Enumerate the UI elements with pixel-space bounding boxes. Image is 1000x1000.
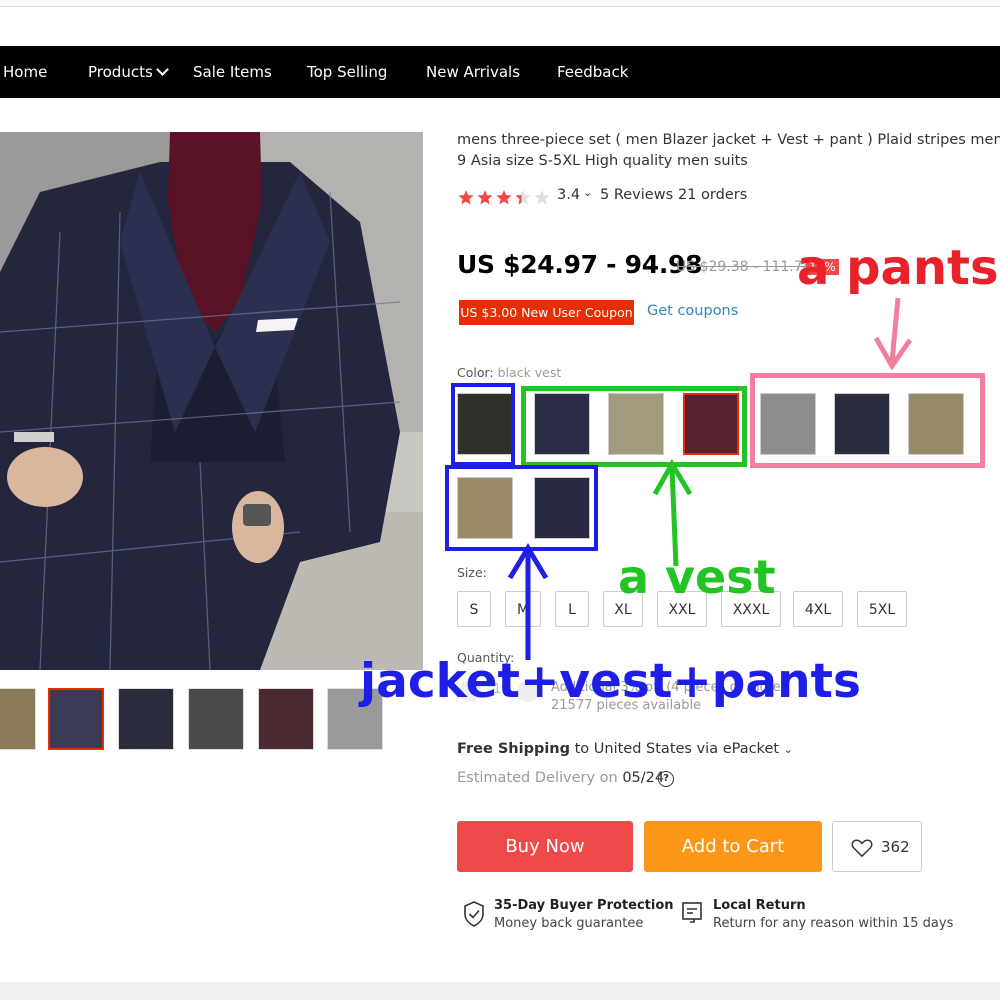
rating-stars bbox=[458, 190, 550, 205]
size-option-l[interactable]: L bbox=[555, 591, 589, 627]
color-label: Color: black vest bbox=[457, 365, 561, 380]
local-return-title: Local Return bbox=[713, 898, 806, 913]
estimated-delivery-label: Estimated Delivery on bbox=[457, 770, 618, 786]
color-selected-value: black vest bbox=[497, 365, 562, 380]
product-title-line1: mens three-piece set ( men Blazer jacket… bbox=[457, 132, 1000, 148]
nav-new-arrivals-label: New Arrivals bbox=[426, 63, 521, 81]
star-icon bbox=[515, 190, 531, 205]
annotation-text-pants: a pants bbox=[797, 240, 999, 296]
annotation-box-jacket-bottom bbox=[445, 465, 598, 551]
annotation-text-jacket-vest-pants: jacket+vest+pants bbox=[360, 654, 862, 709]
new-user-coupon[interactable]: US $3.00 New User Coupon bbox=[459, 300, 634, 325]
star-icon bbox=[477, 190, 493, 205]
shipping-chevron-icon: ⌄ bbox=[783, 743, 793, 756]
nav-home[interactable]: Home bbox=[3, 46, 47, 98]
help-question-icon[interactable]: ? bbox=[658, 771, 674, 787]
main-nav: Home Products Sale Items Top Selling New… bbox=[0, 46, 1000, 98]
rating-chevron-icon[interactable]: ⌄ bbox=[583, 186, 592, 199]
top-strip bbox=[0, 0, 1000, 7]
size-option-5xl[interactable]: 5XL bbox=[857, 591, 907, 627]
thumbnail-5[interactable] bbox=[258, 688, 314, 750]
product-title-line2: 9 Asia size S-5XL High quality men suits bbox=[457, 153, 748, 169]
local-return-sub: Return for any reason within 15 days bbox=[713, 916, 954, 931]
annotation-text-vest: a vest bbox=[618, 550, 776, 604]
wishlist-count: 362 bbox=[881, 838, 910, 856]
wishlist-button[interactable]: 362 bbox=[832, 821, 922, 872]
get-coupons-link[interactable]: Get coupons bbox=[647, 303, 738, 319]
size-option-s[interactable]: S bbox=[457, 591, 491, 627]
footer-strip bbox=[0, 982, 1000, 1000]
star-icon bbox=[458, 190, 474, 205]
free-shipping-label: Free Shipping bbox=[457, 741, 571, 757]
rating-row: 3.4 ⌄ 5 Reviews 21 orders bbox=[457, 186, 757, 209]
shipping-destination: to United States via ePacket bbox=[574, 741, 780, 757]
nav-new-arrivals[interactable]: New Arrivals bbox=[426, 46, 520, 98]
nav-feedback[interactable]: Feedback bbox=[557, 46, 628, 98]
nav-top-selling[interactable]: Top Selling bbox=[307, 46, 387, 98]
orders-count: 21 orders bbox=[678, 187, 748, 203]
thumbnail-2-selected[interactable] bbox=[48, 688, 104, 750]
annotation-box-vest bbox=[521, 386, 747, 467]
size-option-4xl[interactable]: 4XL bbox=[793, 591, 843, 627]
star-icon bbox=[496, 190, 512, 205]
size-option-m[interactable]: M bbox=[505, 591, 541, 627]
heart-icon bbox=[851, 839, 873, 858]
main-product-image[interactable] bbox=[0, 132, 423, 670]
buyer-protection-title: 35-Day Buyer Protection bbox=[494, 898, 674, 913]
thumbnail-4[interactable] bbox=[188, 688, 244, 750]
estimated-delivery: Estimated Delivery on 05/24 bbox=[457, 770, 664, 786]
annotation-box-jacket-top bbox=[451, 383, 515, 466]
nav-sale-label: Sale Items bbox=[193, 63, 272, 81]
nav-feedback-label: Feedback bbox=[557, 63, 629, 81]
color-label-text: Color: bbox=[457, 365, 494, 380]
nav-sale-items[interactable]: Sale Items bbox=[193, 46, 272, 98]
reviews-link[interactable]: 5 Reviews bbox=[600, 187, 673, 203]
thumbnail-1[interactable] bbox=[0, 688, 36, 750]
annotation-box-pants bbox=[750, 373, 985, 468]
star-icon bbox=[534, 190, 550, 205]
nav-top-selling-label: Top Selling bbox=[307, 63, 388, 81]
nav-products-label: Products bbox=[88, 63, 153, 81]
buy-now-button[interactable]: Buy Now bbox=[457, 821, 633, 872]
thumbnail-3[interactable] bbox=[118, 688, 174, 750]
shield-check-icon bbox=[464, 901, 484, 927]
product-title: mens three-piece set ( men Blazer jacket… bbox=[457, 130, 1000, 172]
buyer-protection-sub: Money back guarantee bbox=[494, 916, 644, 931]
add-to-cart-button[interactable]: Add to Cart bbox=[644, 821, 822, 872]
product-price: US $24.97 - 94.98 bbox=[457, 250, 703, 279]
original-price: US $29.38 - 111.74 bbox=[676, 259, 806, 275]
nav-products[interactable]: Products bbox=[88, 46, 169, 98]
nav-home-label: Home bbox=[3, 63, 48, 81]
rating-value: 3.4 bbox=[557, 187, 581, 203]
shipping-info[interactable]: Free Shipping to United States via ePack… bbox=[457, 741, 793, 757]
chevron-down-icon bbox=[155, 63, 169, 76]
size-label: Size: bbox=[457, 565, 487, 580]
return-box-icon bbox=[682, 902, 702, 923]
